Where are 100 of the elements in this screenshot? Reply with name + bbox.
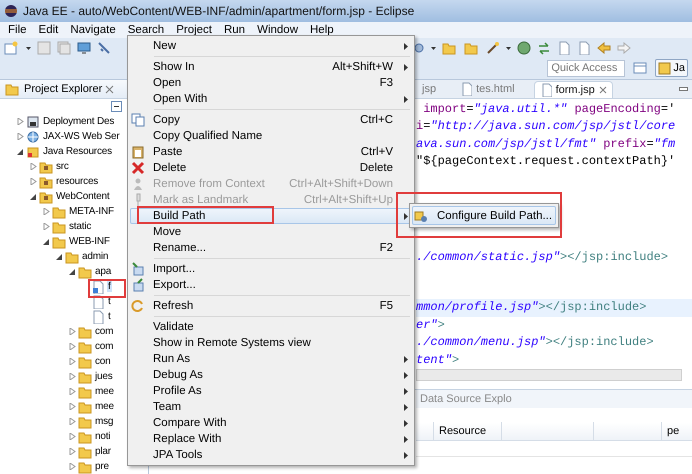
tree-item[interactable]: WebContent — [55, 191, 110, 202]
monitor-icon[interactable] — [77, 41, 91, 55]
dropdown-caret-icon[interactable] — [26, 46, 31, 50]
page-icon[interactable] — [557, 41, 571, 55]
menu-item[interactable]: Delete Delete — [130, 160, 412, 176]
menu-bar-item[interactable]: Edit — [32, 24, 64, 36]
collapsed-arrow-icon[interactable] — [68, 418, 76, 425]
minimize-icon[interactable] — [679, 86, 688, 91]
expanded-arrow-icon[interactable] — [16, 148, 24, 155]
tree-item[interactable]: WEB-INF — [68, 236, 111, 247]
tree-item[interactable]: resources — [55, 176, 100, 187]
dropdown-caret-icon[interactable] — [506, 46, 511, 50]
editor-tab[interactable]: form.jsp — [534, 80, 613, 98]
tree-item[interactable]: mee — [94, 401, 115, 412]
menu-item[interactable]: New — [130, 38, 412, 54]
menu-bar-item[interactable]: Window — [251, 24, 304, 36]
horizontal-scrollbar[interactable] — [416, 369, 682, 381]
dropdown-caret-icon[interactable] — [431, 46, 436, 50]
tree-item[interactable]: plar — [94, 446, 112, 457]
collapsed-arrow-icon[interactable] — [68, 328, 76, 335]
tree-item[interactable]: f — [107, 281, 112, 292]
menu-item[interactable]: Build Path — [130, 208, 412, 224]
wand-icon[interactable] — [486, 41, 500, 55]
new-file-icon[interactable] — [4, 41, 20, 55]
menu-bar-item[interactable]: File — [2, 24, 33, 36]
menu-item[interactable]: Copy Ctrl+C — [130, 112, 412, 128]
tree-item[interactable]: JAX-WS Web Ser — [42, 131, 120, 142]
editor-tab[interactable]: jsp — [417, 80, 442, 98]
menu-bar-item[interactable]: Run — [218, 24, 252, 36]
expanded-arrow-icon[interactable] — [68, 268, 76, 275]
collapsed-arrow-icon[interactable] — [68, 343, 76, 350]
menu-item[interactable]: Move — [130, 224, 412, 240]
save-icon[interactable] — [37, 41, 51, 55]
tree-item[interactable]: Java Resources — [42, 146, 113, 157]
expanded-arrow-icon[interactable] — [30, 193, 36, 200]
tree-item[interactable]: t — [107, 311, 112, 322]
tree-item[interactable]: src — [55, 161, 70, 172]
collapsed-arrow-icon[interactable] — [16, 133, 24, 140]
collapsed-arrow-icon[interactable] — [30, 178, 36, 185]
menu-item[interactable]: Copy Qualified Name — [130, 128, 412, 144]
menu-item[interactable]: Refresh F5 — [130, 298, 412, 314]
collapsed-arrow-icon[interactable] — [16, 118, 24, 125]
collapsed-arrow-icon[interactable] — [30, 163, 36, 170]
menu-item[interactable]: Debug As — [130, 367, 412, 383]
menu-bar-item[interactable]: Navigate — [64, 24, 122, 36]
expanded-arrow-icon[interactable] — [42, 238, 50, 245]
collapsed-arrow-icon[interactable] — [68, 388, 76, 395]
menu-item[interactable]: Show In Alt+Shift+W — [130, 59, 412, 75]
back-arrow-icon[interactable] — [597, 42, 611, 54]
collapsed-arrow-icon[interactable] — [68, 463, 76, 470]
menu-item[interactable]: Open With — [130, 91, 412, 107]
menu-item[interactable]: Paste Ctrl+V — [130, 144, 412, 160]
tree-item[interactable]: pre — [94, 461, 110, 472]
editor-tab[interactable]: tes.html — [455, 80, 520, 98]
tree-item[interactable]: t — [107, 296, 112, 307]
menu-item[interactable]: Compare With — [130, 415, 412, 431]
menu-bar-item[interactable]: Help — [304, 24, 340, 36]
perspective-button[interactable]: Ja — [655, 59, 688, 77]
collapsed-arrow-icon[interactable] — [42, 208, 50, 215]
tree-item[interactable]: Deployment Des — [42, 116, 116, 127]
expanded-arrow-icon[interactable] — [56, 253, 62, 260]
folder-icon[interactable] — [464, 41, 480, 55]
menu-item[interactable]: Show in Remote Systems view — [130, 335, 412, 351]
tree-item[interactable]: apa — [94, 266, 112, 277]
menu-item[interactable]: Configure Build Path... — [412, 206, 556, 225]
tree-item[interactable]: static — [68, 221, 92, 232]
menu-bar-item[interactable]: Search — [122, 24, 170, 36]
tree-item[interactable]: com — [94, 326, 114, 337]
quick-access-field[interactable]: Quick Access — [547, 60, 626, 76]
menu-item[interactable]: Rename... F2 — [130, 240, 412, 256]
collapsed-arrow-icon[interactable] — [68, 433, 76, 440]
tree-item[interactable]: con — [94, 356, 112, 367]
column-header[interactable]: pe — [661, 422, 692, 440]
tree-item[interactable]: msg — [94, 416, 114, 427]
menu-bar-item[interactable]: Project — [170, 24, 218, 36]
menu-item[interactable]: Open F3 — [130, 75, 412, 91]
tree-item[interactable]: mee — [94, 386, 115, 397]
column-header[interactable]: Resource — [433, 422, 501, 440]
menu-item[interactable]: Import... — [130, 261, 412, 277]
forward-arrow-icon[interactable] — [617, 42, 631, 54]
menu-item[interactable]: JPA Tools — [130, 447, 412, 463]
save-all-icon[interactable] — [57, 41, 71, 55]
collapsed-arrow-icon[interactable] — [42, 223, 50, 230]
menu-item[interactable]: Validate — [130, 319, 412, 335]
page-icon[interactable] — [577, 41, 591, 55]
menu-item[interactable]: Replace With — [130, 431, 412, 447]
menu-item[interactable]: Team — [130, 399, 412, 415]
menu-item[interactable]: Profile As — [130, 383, 412, 399]
arrows-icon[interactable] — [537, 41, 551, 55]
tree-item[interactable]: noti — [94, 431, 112, 442]
collapsed-arrow-icon[interactable] — [68, 373, 76, 380]
tree-item[interactable]: com — [94, 341, 114, 352]
collapse-all-icon[interactable] — [111, 101, 122, 112]
close-icon[interactable] — [105, 84, 114, 94]
folder-icon[interactable] — [442, 41, 458, 55]
tree-item[interactable]: META-INF — [68, 206, 115, 217]
collapsed-arrow-icon[interactable] — [68, 358, 76, 365]
collapsed-arrow-icon[interactable] — [68, 448, 76, 455]
tree-item[interactable]: jues — [94, 371, 114, 382]
menu-item[interactable]: Export... — [130, 277, 412, 293]
